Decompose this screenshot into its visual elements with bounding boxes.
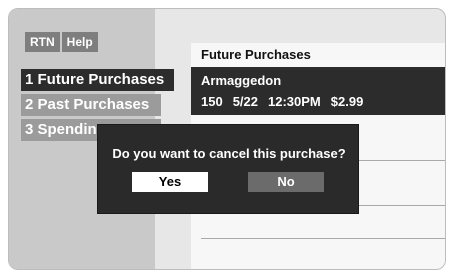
purchase-time: 12:30PM [268, 94, 321, 109]
panel-title: Future Purchases [201, 47, 311, 62]
row-divider [201, 238, 445, 239]
purchase-row-selected[interactable]: Armaggedon 150 5/22 12:30PM $2.99 [191, 67, 445, 115]
top-button-group: RTN Help [25, 32, 98, 52]
purchase-date: 5/22 [232, 94, 259, 109]
menu-item-label: 2 Past Purchases [25, 96, 150, 113]
cancel-purchase-dialog: Do you want to cancel this purchase? Yes… [97, 124, 359, 214]
help-button[interactable]: Help [61, 32, 98, 52]
dialog-message: Do you want to cancel this purchase? [112, 146, 346, 161]
channel-number: 150 [201, 94, 223, 109]
yes-button[interactable]: Yes [132, 172, 208, 192]
rtn-button[interactable]: RTN [25, 32, 60, 52]
menu-item-label: 3 Spending [25, 121, 106, 138]
purchase-details: 150 5/22 12:30PM $2.99 [201, 94, 363, 109]
purchase-price: $2.99 [330, 94, 364, 109]
no-button[interactable]: No [248, 172, 324, 192]
menu-item-past-purchases[interactable]: 2 Past Purchases [21, 94, 161, 116]
program-title: Armaggedon [201, 73, 282, 88]
menu-item-future-purchases[interactable]: 1 Future Purchases [21, 69, 174, 91]
menu-item-label: 1 Future Purchases [25, 71, 165, 88]
